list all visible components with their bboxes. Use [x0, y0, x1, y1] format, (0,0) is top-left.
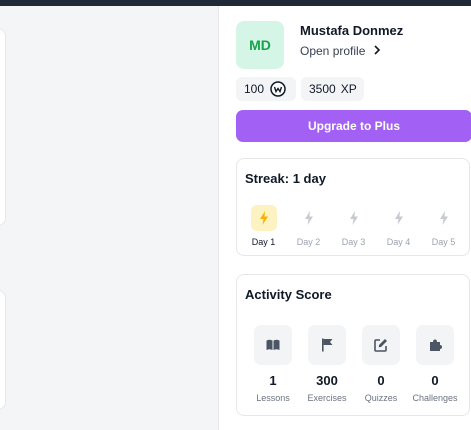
day-label: Day 5	[431, 237, 456, 247]
open-profile-label: Open profile	[300, 44, 366, 58]
metric-label: Quizzes	[364, 393, 398, 403]
metric-value: 1	[269, 373, 277, 388]
streak-day-1: Day 1	[241, 205, 286, 247]
user-name: Mustafa Donmez	[300, 23, 404, 38]
day-label: Day 4	[386, 237, 411, 247]
metric-challenges: 0 Challenges	[406, 325, 464, 403]
profile-sidebar: MD Mustafa Donmez Open profile 100 3500 …	[218, 6, 471, 430]
streak-title: Streak: 1 day	[245, 171, 326, 186]
metric-lessons: 1 Lessons	[244, 325, 302, 403]
xp-unit: XP	[340, 82, 357, 96]
open-profile-link[interactable]: Open profile	[300, 44, 381, 58]
day-label: Day 2	[296, 237, 321, 247]
coins-value: 100	[244, 82, 265, 96]
book-icon	[254, 325, 292, 365]
coins-badge: 100	[236, 77, 296, 101]
streak-card: Streak: 1 day Day 1 Day 2 Day 3 Day 4 Da…	[236, 158, 470, 256]
xp-value: 3500	[309, 82, 336, 96]
activity-score-card: Activity Score 1 Lessons 300 Exercises 0…	[236, 274, 470, 416]
metric-value: 300	[316, 373, 338, 388]
streak-day-5: Day 5	[421, 205, 466, 247]
flag-icon	[308, 325, 346, 365]
left-card	[0, 290, 6, 410]
edit-icon	[362, 325, 400, 365]
left-card	[0, 28, 6, 226]
coin-icon	[270, 81, 286, 97]
metric-exercises: 300 Exercises	[298, 325, 356, 403]
metric-label: Challenges	[412, 393, 458, 403]
puzzle-icon	[416, 325, 454, 365]
activity-title: Activity Score	[245, 287, 332, 302]
streak-day-2: Day 2	[286, 205, 331, 247]
metric-value: 0	[431, 373, 439, 388]
bolt-icon	[386, 205, 412, 231]
day-label: Day 1	[251, 237, 276, 247]
metric-quizzes: 0 Quizzes	[352, 325, 410, 403]
streak-day-4: Day 4	[376, 205, 421, 247]
bolt-icon	[341, 205, 367, 231]
metric-value: 0	[377, 373, 385, 388]
bolt-icon	[250, 205, 277, 231]
chevron-right-icon	[373, 44, 381, 58]
streak-days: Day 1 Day 2 Day 3 Day 4 Day 5	[237, 205, 471, 255]
xp-badge: 3500 XP	[301, 77, 364, 101]
day-label: Day 3	[341, 237, 366, 247]
bolt-icon	[431, 205, 457, 231]
bolt-icon	[296, 205, 322, 231]
streak-day-3: Day 3	[331, 205, 376, 247]
metric-label: Exercises	[307, 393, 347, 403]
activity-metrics: 1 Lessons 300 Exercises 0 Quizzes 0 Chal…	[237, 325, 471, 415]
avatar[interactable]: MD	[236, 21, 284, 69]
upgrade-button[interactable]: Upgrade to Plus	[236, 110, 471, 142]
metric-label: Lessons	[256, 393, 290, 403]
